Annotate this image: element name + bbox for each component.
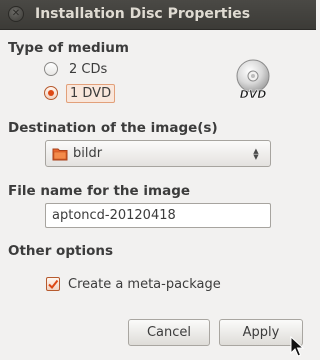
updown-arrows-icon: ▲ ▼ <box>253 146 259 161</box>
destination-folder-combo[interactable]: bildr ▲ ▼ <box>45 140 271 167</box>
mouse-pointer-icon <box>290 336 304 357</box>
close-button[interactable]: ✕ <box>8 6 24 22</box>
title-bar: ✕ Installation Disc Properties <box>0 0 316 30</box>
filename-input[interactable] <box>45 203 271 228</box>
folder-icon <box>52 148 68 160</box>
radio-button-2cds[interactable] <box>44 62 58 76</box>
destination-section-label: Destination of the image(s) <box>8 120 218 136</box>
window-title: Installation Disc Properties <box>35 6 251 22</box>
meta-package-checkbox[interactable] <box>46 277 60 291</box>
radio-label-1dvd[interactable]: 1 DVD <box>66 83 116 103</box>
dvd-logo-text: DVD <box>240 88 267 101</box>
meta-package-option[interactable]: Create a meta-package <box>46 274 221 294</box>
radio-label-2cds[interactable]: 2 CDs <box>66 61 110 78</box>
radio-2cds[interactable]: 2 CDs <box>44 59 110 79</box>
medium-section-label: Type of medium <box>8 40 129 56</box>
close-icon: ✕ <box>11 8 21 19</box>
destination-folder-value: bildr <box>73 146 103 161</box>
meta-package-label[interactable]: Create a meta-package <box>68 277 221 292</box>
filename-section-label: File name for the image <box>8 183 191 199</box>
other-options-section-label: Other options <box>8 243 113 259</box>
cancel-button[interactable]: Cancel <box>128 319 210 346</box>
radio-1dvd[interactable]: 1 DVD <box>44 83 116 103</box>
dvd-disc-icon: DVD <box>236 59 270 101</box>
checkmark-icon <box>48 279 59 290</box>
radio-button-1dvd[interactable] <box>44 86 58 100</box>
